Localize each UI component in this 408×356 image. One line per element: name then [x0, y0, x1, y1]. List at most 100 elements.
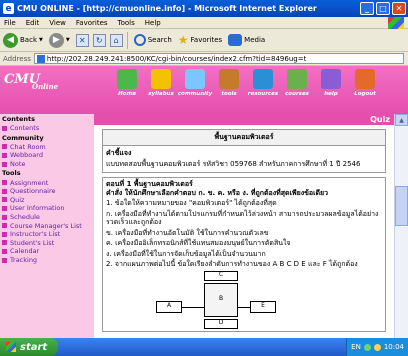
- address-label: Address: [3, 54, 31, 63]
- question-1-choice-c[interactable]: ค. เครื่องมืออิเล็กทรอนิกส์ที่ใช้แทนสมอง…: [106, 239, 382, 248]
- sidebar-item-calendar[interactable]: Calendar: [0, 247, 94, 256]
- sidebar-item-schedule[interactable]: Schedule: [0, 213, 94, 222]
- nav-resources-label: resources: [247, 91, 279, 97]
- question-1-choice-d[interactable]: ง. เครื่องมือที่ใช้ในการจัดเก็บข้อมูลได้…: [106, 250, 382, 259]
- minimize-button[interactable]: _: [360, 2, 374, 15]
- menu-edit[interactable]: Edit: [26, 19, 40, 27]
- question-2: 2. จากแผนภาพต่อไปนี้ ข้อใดเรียงลำดับการท…: [106, 260, 358, 268]
- address-url: http://202.28.249.241:8500/KC/cgi-bin/co…: [46, 54, 307, 63]
- sidebar-item-course-managers-list[interactable]: Course Manager's List: [0, 221, 94, 230]
- user-icon: [2, 205, 7, 211]
- maximize-button[interactable]: □: [376, 2, 390, 15]
- flow-diagram: A C B D E: [156, 270, 276, 329]
- instructor-icon: [2, 231, 7, 237]
- start-button[interactable]: start: [0, 338, 58, 356]
- nav-community[interactable]: community: [178, 69, 212, 97]
- favorites-label: Favorites: [190, 36, 223, 44]
- manager-icon: [2, 223, 7, 229]
- sidebar-item-assignment[interactable]: Assignment: [0, 178, 94, 187]
- media-label: Media: [244, 36, 266, 44]
- sidebar-item-webboard[interactable]: Webboard: [0, 151, 94, 160]
- vertical-scrollbar[interactable]: ▲: [394, 114, 408, 338]
- quiz-title: พื้นฐานคอมพิวเตอร์: [103, 130, 385, 146]
- menu-file[interactable]: File: [4, 19, 16, 27]
- cmu-online-logo[interactable]: CMU Online: [4, 72, 58, 98]
- logout-icon: [355, 69, 375, 89]
- sidebar-item-tracking[interactable]: Tracking: [0, 256, 94, 265]
- nav-courses-label: courses: [285, 91, 309, 97]
- description-heading: คำชี้แจง: [106, 149, 132, 157]
- note-icon: [2, 161, 7, 167]
- nav-courses[interactable]: courses: [280, 69, 314, 97]
- sidebar-item-questionnaire[interactable]: Questionnaire: [0, 187, 94, 196]
- menu-view[interactable]: View: [49, 19, 66, 27]
- quiz-icon: [2, 197, 7, 203]
- question-1-choice-b[interactable]: ข. เครื่องมือที่ทำงานอัตโนมัติ ใช้ในการค…: [106, 229, 382, 238]
- system-tray: EN 10:04: [346, 338, 408, 356]
- nav-syllabus[interactable]: syllabus: [144, 69, 178, 97]
- sidebar: Contents Contents Community Chat Room We…: [0, 114, 94, 338]
- menu-bar: File Edit View Favorites Tools Help: [0, 17, 408, 29]
- tracking-icon: [2, 257, 7, 263]
- sidebar-heading-community: Community: [2, 133, 44, 142]
- nav-help[interactable]: help: [314, 69, 348, 97]
- sidebar-item-label: Course Manager's List: [10, 221, 82, 230]
- language-indicator[interactable]: EN: [351, 343, 361, 351]
- chat-icon: [2, 144, 7, 150]
- title-bar[interactable]: e CMU ONLINE - [http://cmuonline.info] -…: [0, 0, 408, 17]
- menu-favorites[interactable]: Favorites: [76, 19, 108, 27]
- home-page-icon[interactable]: ⌂: [109, 33, 123, 47]
- back-arrow-icon: ◀: [3, 32, 18, 48]
- sidebar-item-label: Contents: [10, 124, 40, 133]
- scroll-thumb[interactable]: [395, 186, 408, 226]
- media-button[interactable]: Media: [228, 34, 265, 46]
- sidebar-item-label: Student's List: [10, 238, 55, 247]
- nav-resources[interactable]: resources: [246, 69, 280, 97]
- stop-icon[interactable]: ✕: [75, 33, 89, 47]
- menu-tools[interactable]: Tools: [118, 19, 135, 27]
- address-input[interactable]: http://202.28.249.241:8500/KC/cgi-bin/co…: [33, 53, 404, 64]
- site-banner: CMU Online Home syllabus community tools…: [0, 66, 408, 114]
- favorites-star-icon: ★: [177, 33, 189, 47]
- nav-logout[interactable]: Logout: [348, 69, 382, 97]
- forward-dropdown-icon[interactable]: ▼: [66, 37, 70, 43]
- favorites-button[interactable]: ★ Favorites: [178, 33, 222, 47]
- windows-flag-icon: [388, 17, 404, 29]
- help-icon: [321, 69, 341, 89]
- sidebar-item-students-list[interactable]: Student's List: [0, 239, 94, 248]
- back-dropdown-icon[interactable]: ▼: [39, 37, 43, 43]
- sidebar-item-chat-room[interactable]: Chat Room: [0, 143, 94, 152]
- sidebar-item-label: Tracking: [10, 256, 38, 265]
- forward-button[interactable]: ▶ ▼: [48, 32, 70, 48]
- window-title: CMU ONLINE - [http://cmuonline.info] - M…: [17, 4, 317, 13]
- volume-icon[interactable]: [373, 343, 381, 351]
- diagram-box-a: A: [156, 300, 182, 313]
- question-1-choice-a[interactable]: ก. เครื่องมือที่ทำงานได้ตามโปรแกรมที่กำห…: [106, 210, 382, 227]
- part-instruction: คำสั่ง ให้นักศึกษาเลือกคำตอบ ก. ข. ค. หร…: [106, 188, 329, 197]
- refresh-icon[interactable]: ↻: [92, 33, 106, 47]
- sidebar-item-user-information[interactable]: User Information: [0, 204, 94, 213]
- sidebar-item-quiz[interactable]: Quiz: [0, 196, 94, 205]
- menu-help[interactable]: Help: [145, 19, 161, 27]
- sidebar-heading-tools: Tools: [2, 169, 21, 178]
- page-content: CMU Online Home syllabus community tools…: [0, 66, 408, 338]
- sidebar-item-label: Schedule: [10, 213, 40, 222]
- sidebar-item-note[interactable]: Note: [0, 160, 94, 169]
- windows-logo-icon: [6, 342, 16, 352]
- toolbar-separator: [126, 31, 128, 49]
- address-bar: Address http://202.28.249.241:8500/KC/cg…: [0, 52, 408, 66]
- scroll-up-icon[interactable]: ▲: [395, 114, 408, 126]
- nav-home[interactable]: Home: [110, 69, 144, 97]
- network-icon[interactable]: [363, 343, 371, 351]
- sidebar-item-contents[interactable]: Contents: [0, 124, 94, 133]
- diagram-box-d: D: [204, 318, 238, 329]
- questionnaire-icon: [2, 188, 7, 194]
- close-button[interactable]: ✕: [392, 2, 406, 15]
- student-icon: [2, 240, 7, 246]
- search-button[interactable]: Search: [133, 34, 172, 46]
- main-panel: Quiz พื้นฐานคอมพิวเตอร์ คำชี้แจง แบบทดสอ…: [94, 114, 394, 338]
- search-label: Search: [147, 36, 172, 44]
- back-button[interactable]: ◀ Back ▼: [3, 32, 43, 48]
- sidebar-item-instructors-list[interactable]: Instructor's List: [0, 230, 94, 239]
- nav-tools[interactable]: tools: [212, 69, 246, 97]
